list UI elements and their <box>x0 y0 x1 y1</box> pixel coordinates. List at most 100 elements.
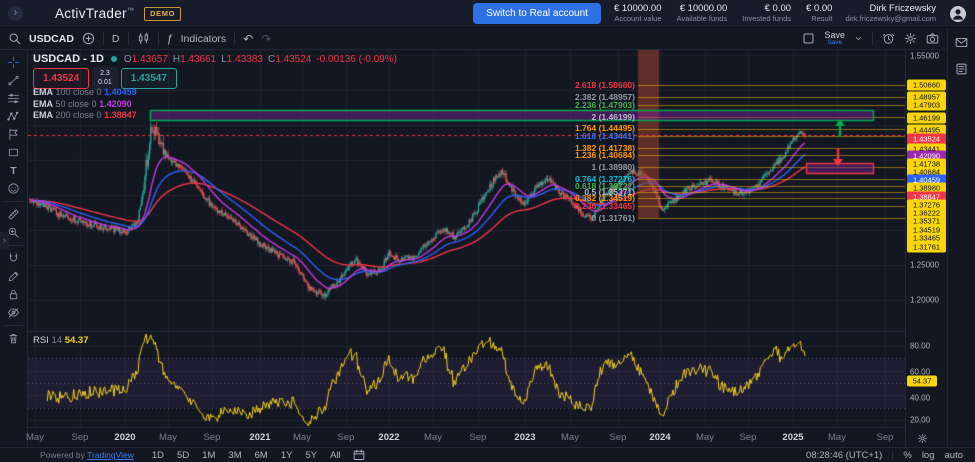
emoji-tool-icon[interactable] <box>4 181 24 196</box>
fib-level-label: 2.236 (1.47903) <box>575 100 635 110</box>
rsi-legend[interactable]: RSI 14 54.37 <box>33 335 88 346</box>
time-axis-label: May <box>293 432 311 443</box>
percent-scale-button[interactable]: % <box>903 450 911 461</box>
top-header: › ActivTrader™ DEMO Switch to Real accou… <box>0 0 975 28</box>
toolbar-separator <box>158 32 159 45</box>
text-tool-icon[interactable]: T <box>4 163 24 178</box>
range-button-1d[interactable]: 1D <box>146 450 170 461</box>
go-to-date-calendar-icon[interactable] <box>353 449 365 461</box>
chart-area: USDCAD - 1D O1.43657 H1.43661 L1.43383 C… <box>28 50 905 447</box>
ema-value: 1.42090 <box>99 99 132 109</box>
ema-legend-row[interactable]: EMA 50 close 0 1.42090 <box>33 99 137 111</box>
stat-value: € 0.00 <box>742 4 791 15</box>
auto-scale-button[interactable]: auto <box>945 450 964 461</box>
footer-right: 08:28:46 (UTC+1) % log auto <box>806 450 963 461</box>
news-icon[interactable] <box>955 62 968 76</box>
footer: Powered by TradingView 1D5D1M3M6M1Y5YAll… <box>0 447 975 462</box>
fib-level-label: 1.618 (1.43441) <box>575 131 635 141</box>
time-axis-label: 2022 <box>378 432 399 443</box>
toolbar-separator <box>5 325 23 326</box>
avatar[interactable] <box>949 5 967 23</box>
screenshot-camera-icon[interactable] <box>926 32 939 45</box>
interval-button[interactable]: D <box>112 33 120 45</box>
magnet-tool-icon[interactable] <box>4 251 24 266</box>
range-button-5y[interactable]: 5Y <box>299 450 323 461</box>
time-axis-label: Sep <box>338 432 355 443</box>
time-axis-label: Sep <box>470 432 487 443</box>
fib-level-label: 1 (1.38980) <box>592 162 635 172</box>
fib-level-label: 0 (1.31761) <box>592 213 635 223</box>
tradingview-link[interactable]: TradingView <box>87 450 134 460</box>
fib-retracement-tool-icon[interactable] <box>4 91 24 106</box>
user-email: dirk.friczewsky@gmail.com <box>845 15 936 24</box>
symbol-search-icon[interactable] <box>8 32 21 45</box>
redo-button[interactable]: ↷ <box>261 32 271 46</box>
eye-off-tool-icon[interactable] <box>4 305 24 320</box>
range-button-all[interactable]: All <box>324 450 347 461</box>
account-stat: € 10000.00Account value <box>614 4 662 24</box>
switch-to-real-account-button[interactable]: Switch to Real account <box>473 3 601 24</box>
ema-name: EMA <box>33 110 53 120</box>
log-scale-button[interactable]: log <box>922 450 935 461</box>
demo-badge: DEMO <box>144 7 181 21</box>
price-axis[interactable]: 1.550001.506601.489571.479031.461991.444… <box>905 50 947 447</box>
object-tree-expand-arrow-icon[interactable]: › <box>0 232 9 250</box>
time-axis[interactable]: MaySep2020MaySep2021MaySep2022MaySep2023… <box>28 427 905 447</box>
trash-tool-icon[interactable] <box>4 331 24 346</box>
trend-line-tool-icon[interactable] <box>4 73 24 88</box>
compare-add-symbol-icon[interactable] <box>82 32 95 45</box>
clock[interactable]: 08:28:46 (UTC+1) <box>806 450 882 461</box>
range-button-1y[interactable]: 1Y <box>275 450 299 461</box>
activtrader-app: › ActivTrader™ DEMO Switch to Real accou… <box>0 0 975 462</box>
range-button-1m[interactable]: 1M <box>196 450 221 461</box>
open-value: 1.43657 <box>132 54 168 65</box>
rsi-label: RSI <box>33 335 49 346</box>
axis-settings-gear-icon[interactable] <box>917 433 928 444</box>
ema-legend-row[interactable]: EMA 200 close 0 1.38847 <box>33 110 137 122</box>
toolbar-right: Save Save <box>802 31 939 47</box>
toolbar-separator <box>103 32 104 45</box>
layout-square-icon[interactable] <box>802 32 815 45</box>
body-row: USDCAD D ƒ Indicators ↶ ↷ <box>0 28 975 447</box>
time-axis-label: Sep <box>610 432 627 443</box>
draw-tool-icon[interactable] <box>4 269 24 284</box>
fib-level-label: 2.618 (1.50660) <box>575 80 635 90</box>
user-info[interactable]: Dirk Friczewsky dirk.friczewsky@gmail.co… <box>845 4 936 24</box>
powered-by-text: Powered by <box>40 450 85 460</box>
close-value: 1.43524 <box>275 54 311 65</box>
fib-level-label: 2 (1.46199) <box>592 112 635 122</box>
range-button-5d[interactable]: 5D <box>171 450 195 461</box>
range-button-3m[interactable]: 3M <box>222 450 247 461</box>
settings-gear-icon[interactable] <box>904 32 917 45</box>
market-open-dot-icon <box>111 56 117 62</box>
rectangle-tool-icon[interactable] <box>4 145 24 160</box>
range-button-6m[interactable]: 6M <box>249 450 274 461</box>
price-chart-canvas[interactable] <box>28 50 905 447</box>
symbol-name[interactable]: USDCAD <box>29 33 74 45</box>
price-axis-label: 1.31761 <box>907 242 946 253</box>
save-button[interactable]: Save Save <box>824 31 845 47</box>
messages-envelope-icon[interactable] <box>954 36 969 49</box>
legend-symbol-interval[interactable]: USDCAD - 1D <box>33 53 104 65</box>
price-axis-label: 80.00 <box>910 342 930 351</box>
xabcd-pattern-tool-icon[interactable] <box>4 109 24 124</box>
price-axis-label: 1.25000 <box>910 261 939 270</box>
alert-clock-icon[interactable] <box>882 32 895 45</box>
undo-button[interactable]: ↶ <box>243 32 253 46</box>
ema-params: 200 close 0 <box>56 110 102 120</box>
fib-level-label: 0.236 (1.33465) <box>575 201 635 211</box>
indicators-button[interactable]: Indicators <box>181 33 227 45</box>
ema-legend-row[interactable]: EMA 100 close 0 1.40459 <box>33 87 137 99</box>
chart-style-candles-icon[interactable] <box>137 32 150 45</box>
range-buttons: 1D5D1M3M6M1Y5YAll <box>146 450 347 461</box>
lock-tool-icon[interactable] <box>4 287 24 302</box>
crosshair-tool-icon[interactable] <box>4 55 24 70</box>
sell-button[interactable]: 1.43524 <box>33 68 89 89</box>
buy-button[interactable]: 1.43547 <box>121 68 177 89</box>
panel-collapse-arrow-icon[interactable]: › <box>8 6 23 21</box>
rsi-period: 14 <box>51 335 62 346</box>
stat-value: € 0.00 <box>806 4 832 15</box>
forecast-tool-icon[interactable] <box>4 127 24 142</box>
ruler-tool-icon[interactable] <box>4 207 24 222</box>
chevron-down-icon[interactable] <box>854 34 863 43</box>
